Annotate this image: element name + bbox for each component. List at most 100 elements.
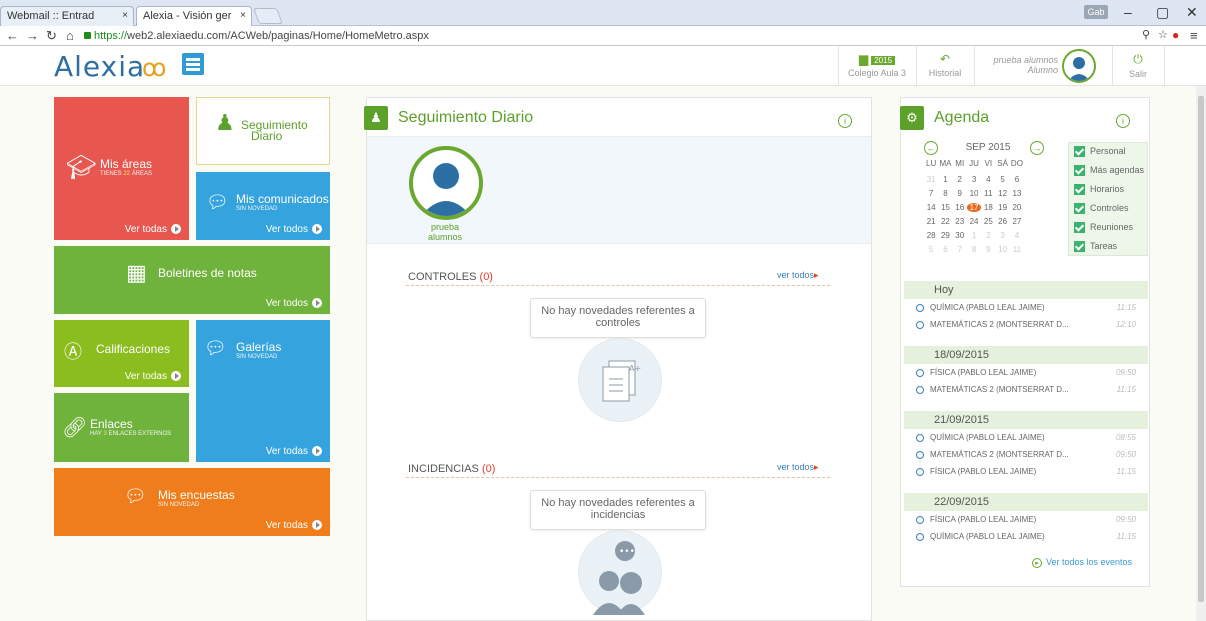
- filter-checkbox[interactable]: Reuniones: [1074, 222, 1133, 234]
- ver-todos-link[interactable]: Ver todos: [266, 224, 322, 235]
- calendar-day[interactable]: 2: [953, 175, 967, 184]
- calendar-day[interactable]: 23: [953, 217, 967, 226]
- calendar-day[interactable]: 3: [967, 175, 981, 184]
- calendar-day[interactable]: 10: [967, 189, 981, 198]
- calendar-day[interactable]: 26: [995, 217, 1009, 226]
- filter-checkbox[interactable]: Tareas: [1074, 241, 1117, 253]
- ver-todas-link[interactable]: Ver todas: [266, 446, 322, 457]
- filter-checkbox[interactable]: Controles: [1074, 203, 1129, 215]
- calendar-day[interactable]: 8: [938, 189, 952, 198]
- filter-checkbox[interactable]: Más agendas: [1074, 165, 1144, 177]
- student-avatar[interactable]: [409, 146, 483, 220]
- filter-checkbox[interactable]: Personal: [1074, 146, 1126, 158]
- school-selector[interactable]: ▆ 2015 Colegio Aula 3: [842, 46, 912, 86]
- tile-mis-areas[interactable]: 🎓︎ Mis áreas TIENES 22 ÁREAS Ver todas: [54, 97, 189, 240]
- checkbox-checked-icon[interactable]: [1074, 241, 1085, 253]
- agenda-event[interactable]: QUÍMICA (PABLO LEAL JAIME) 08:55: [916, 433, 1136, 447]
- tile-mis-encuestas[interactable]: 💬︎ Mis encuestas SIN NOVEDAD Ver todas: [54, 468, 330, 536]
- tile-calificaciones[interactable]: Ⓐ Calificaciones Ver todas: [54, 320, 189, 387]
- filter-checkbox[interactable]: Horarios: [1074, 184, 1124, 196]
- calendar-day[interactable]: 10: [995, 245, 1009, 254]
- tile-seguimiento-diario[interactable]: ♟︎ Seguimiento Diario: [196, 97, 330, 165]
- calendar-day[interactable]: 3: [995, 231, 1009, 240]
- browser-menu-icon[interactable]: ≡: [1190, 28, 1198, 43]
- checkbox-checked-icon[interactable]: [1074, 146, 1085, 158]
- salir-button[interactable]: ⏻ Salir: [1116, 46, 1160, 86]
- calendar-day[interactable]: 30: [953, 231, 967, 240]
- agenda-event[interactable]: FÍSICA (PABLO LEAL JAIME) 09:50: [916, 515, 1136, 529]
- calendar-day-today[interactable]: 17: [966, 203, 982, 212]
- scrollbar-thumb[interactable]: [1198, 96, 1204, 602]
- calendar-day[interactable]: 4: [981, 175, 995, 184]
- url-field[interactable]: https://web2.alexiaedu.com/ACWeb/paginas…: [84, 28, 1134, 44]
- calendar-day[interactable]: 24: [967, 217, 981, 226]
- calendar-day[interactable]: 27: [1010, 217, 1024, 226]
- controles-ver-todos-link[interactable]: ver todos▸: [777, 270, 819, 281]
- forward-icon[interactable]: →: [26, 28, 39, 43]
- close-icon[interactable]: ×: [122, 10, 128, 21]
- calendar-day[interactable]: 21: [924, 217, 938, 226]
- tile-mis-comunicados[interactable]: 💬︎ Mis comunicados SIN NOVEDAD Ver todos: [196, 172, 330, 240]
- maximize-icon[interactable]: ▢: [1156, 4, 1169, 21]
- calendar-day[interactable]: 29: [938, 231, 952, 240]
- tile-galerias[interactable]: 💬︎ Galerías SIN NOVEDAD Ver todas: [196, 320, 330, 462]
- calendar-day[interactable]: 11: [1010, 245, 1024, 254]
- tile-enlaces[interactable]: 🔗︎ Enlaces HAY 3 ENLACES EXTERNOS: [54, 393, 189, 462]
- calendar-day[interactable]: 7: [953, 245, 967, 254]
- tile-boletines[interactable]: ▦ Boletines de notas Ver todos: [54, 246, 330, 314]
- info-icon[interactable]: i: [1116, 114, 1130, 128]
- calendar-day[interactable]: 5: [995, 175, 1009, 184]
- next-month-icon[interactable]: →: [1030, 141, 1044, 155]
- tab-alexia[interactable]: Alexia - Visión ger ×: [136, 6, 252, 26]
- calendar-day[interactable]: 1: [938, 175, 952, 184]
- calendar-day[interactable]: 4: [1010, 231, 1024, 240]
- checkbox-checked-icon[interactable]: [1074, 165, 1085, 177]
- avatar[interactable]: [1062, 49, 1096, 83]
- calendar-day[interactable]: 16: [953, 203, 967, 212]
- zoom-icon[interactable]: ⚲: [1142, 28, 1150, 41]
- calendar-day[interactable]: 13: [1010, 189, 1024, 198]
- calendar-day[interactable]: 8: [967, 245, 981, 254]
- user-info[interactable]: prueba alumnos Alumno: [978, 46, 1058, 86]
- calendar-day[interactable]: 1: [967, 231, 981, 240]
- checkbox-checked-icon[interactable]: [1074, 222, 1085, 234]
- student-name[interactable]: prueba alumnos: [416, 222, 474, 242]
- ver-todas-link[interactable]: Ver todas: [125, 224, 181, 235]
- profile-badge[interactable]: Gab: [1084, 5, 1108, 19]
- checkbox-checked-icon[interactable]: [1074, 203, 1085, 215]
- agenda-event[interactable]: FÍSICA (PABLO LEAL JAIME) 11:15: [916, 467, 1136, 481]
- calendar-day[interactable]: 12: [995, 189, 1009, 198]
- calendar-day[interactable]: 14: [924, 203, 938, 212]
- calendar-day[interactable]: 7: [924, 189, 938, 198]
- calendar-day[interactable]: 18: [981, 203, 995, 212]
- ver-todas-link[interactable]: Ver todas: [125, 371, 181, 382]
- calendar-day[interactable]: 31: [924, 175, 938, 184]
- calendar-day[interactable]: 15: [938, 203, 952, 212]
- info-icon[interactable]: i: [838, 114, 852, 128]
- calendar-day[interactable]: 20: [1010, 203, 1024, 212]
- checkbox-checked-icon[interactable]: [1074, 184, 1085, 196]
- agenda-event[interactable]: FÍSICA (PABLO LEAL JAIME) 09:50: [916, 368, 1136, 382]
- calendar-day[interactable]: 19: [995, 203, 1009, 212]
- incidencias-ver-todos-link[interactable]: ver todos▸: [777, 462, 819, 473]
- calendar-day[interactable]: 6: [1010, 175, 1024, 184]
- calendar-day[interactable]: 25: [981, 217, 995, 226]
- agenda-event[interactable]: MATEMÁTICAS 2 (MONTSERRAT D... 09:50: [916, 450, 1136, 464]
- tab-webmail[interactable]: Webmail :: Entrad ×: [0, 6, 134, 26]
- calendar-day[interactable]: 2: [981, 231, 995, 240]
- agenda-event[interactable]: QUÍMICA (PABLO LEAL JAIME) 11:15: [916, 303, 1136, 317]
- reload-icon[interactable]: ↻: [46, 28, 57, 44]
- historial-button[interactable]: ↶ Historial: [920, 46, 970, 86]
- prev-month-icon[interactable]: ←: [924, 141, 938, 155]
- calendar-day[interactable]: 6: [938, 245, 952, 254]
- calendar-day[interactable]: 28: [924, 231, 938, 240]
- close-icon[interactable]: ×: [240, 10, 246, 21]
- window-close-icon[interactable]: ✕: [1186, 4, 1198, 21]
- calendar-day[interactable]: 11: [981, 189, 995, 198]
- mini-calendar[interactable]: LU MA MI JU VI SÁ DO 31 1 2 3 4 5 6 7 8 9 10 11 12 13 14 15 16 1…: [924, 159, 1044, 267]
- new-tab-button[interactable]: [253, 8, 283, 24]
- calendar-day[interactable]: 5: [924, 245, 938, 254]
- home-icon[interactable]: ⌂: [66, 28, 74, 43]
- agenda-event[interactable]: MATEMÁTICAS 2 (MONTSERRAT D... 12:10: [916, 320, 1136, 334]
- agenda-event[interactable]: QUÍMICA (PABLO LEAL JAIME) 11:15: [916, 532, 1136, 546]
